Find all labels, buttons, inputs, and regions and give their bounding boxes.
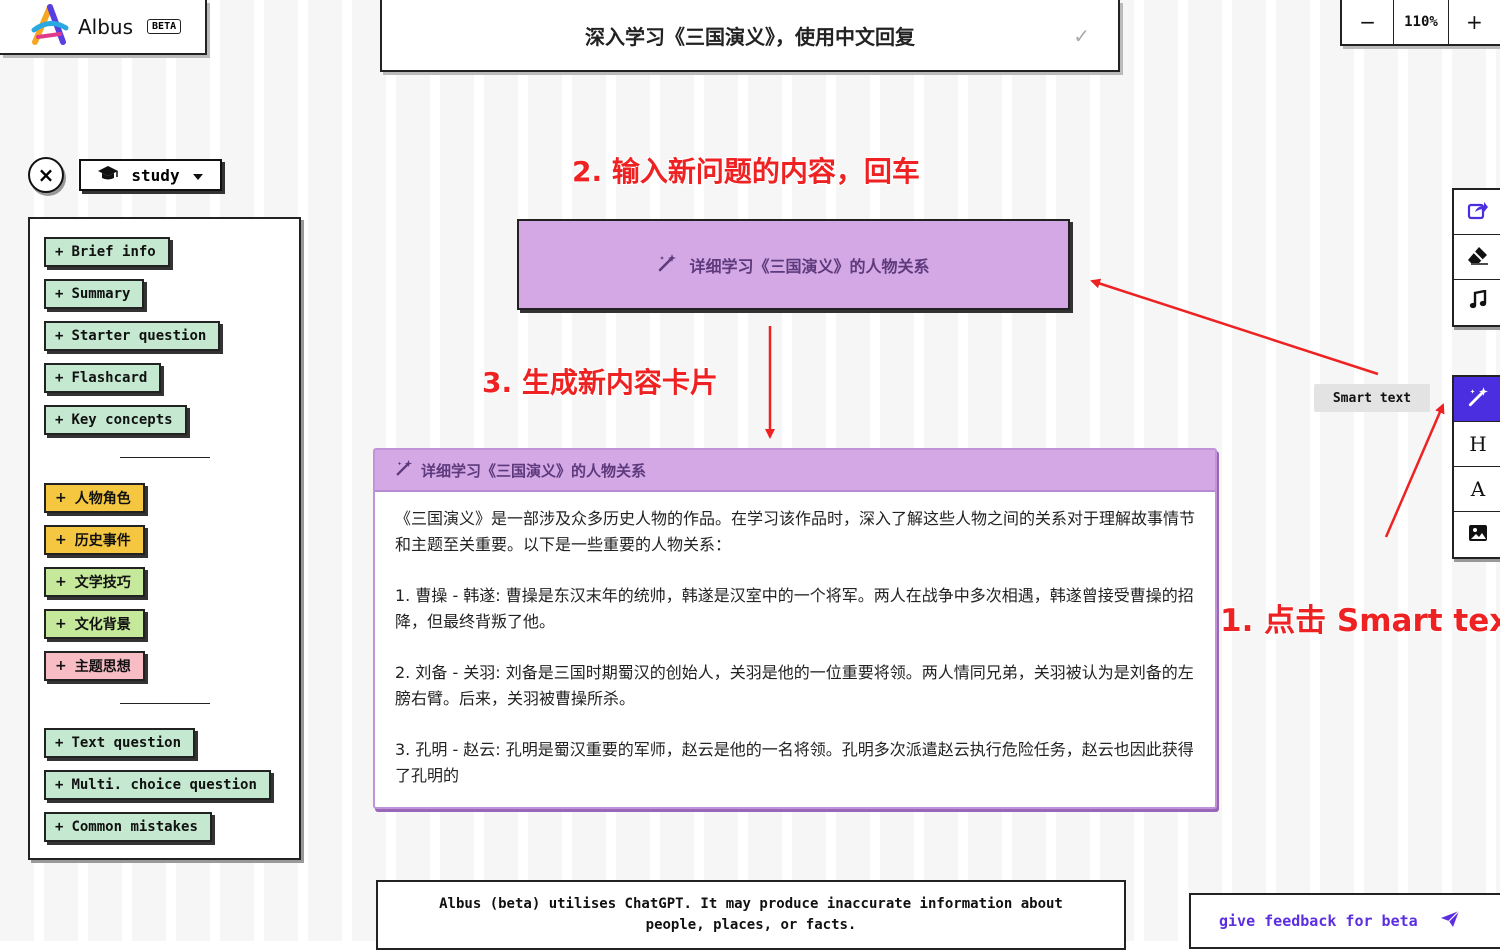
music-button[interactable] — [1454, 280, 1500, 325]
smart-text-tooltip: Smart text — [1314, 384, 1430, 412]
add-characters-button[interactable]: + 人物角色 — [44, 483, 145, 513]
heading-icon: H — [1469, 432, 1487, 456]
heading-button[interactable]: H — [1454, 422, 1500, 467]
add-common-mistakes-button[interactable]: + Common mistakes — [44, 812, 212, 842]
magic-wand-icon — [1467, 386, 1489, 413]
annotation-step-2: 2. 输入新问题的内容，回车 — [572, 155, 920, 188]
divider — [120, 703, 210, 704]
albus-logo-icon — [30, 3, 70, 50]
generated-content-card[interactable]: 详细学习《三国演义》的人物关系 《三国演义》是一部涉及众多历史人物的作品。在学习… — [373, 448, 1217, 809]
card-title: 详细学习《三国演义》的人物关系 — [421, 461, 647, 480]
share-tools — [1452, 188, 1500, 327]
add-summary-button[interactable]: + Summary — [44, 279, 145, 309]
disclaimer-line: people, places, or facts. — [645, 917, 857, 933]
music-note-icon — [1468, 289, 1488, 315]
smart-text-input-card[interactable]: 详细学习《三国演义》的人物关系 — [517, 219, 1070, 310]
add-starter-question-button[interactable]: + Starter question — [44, 321, 221, 351]
app-name: Albus — [78, 14, 134, 39]
image-icon — [1468, 523, 1488, 547]
add-text-question-button[interactable]: + Text question — [44, 728, 196, 758]
card-paragraph: 2. 刘备 - 关羽: 刘备是三国时期蜀汉的创始人，关羽是他的一位重要将领。两人… — [395, 663, 1194, 708]
add-key-concepts-button[interactable]: + Key concepts — [44, 405, 187, 435]
add-flashcard-button[interactable]: + Flashcard — [44, 363, 162, 393]
card-body: 《三国演义》是一部涉及众多历史人物的作品。在学习该作品时，深入了解这些人物之间的… — [375, 492, 1215, 789]
topic-prompt-text: 深入学习《三国演义》，使用中文回复 — [585, 24, 915, 49]
card-header: 详细学习《三国演义》的人物关系 — [375, 450, 1215, 492]
text-button[interactable]: A — [1454, 467, 1500, 512]
magic-wand-icon — [395, 459, 413, 481]
add-literary-techniques-button[interactable]: + 文学技巧 — [44, 567, 145, 597]
divider — [120, 457, 210, 458]
graduation-cap-icon — [97, 165, 119, 185]
card-paragraph: 3. 孔明 - 赵云: 孔明是蜀汉重要的军师，赵云是他的一名将领。孔明多次派遣赵… — [395, 740, 1194, 785]
annotation-step-1: 1. 点击 Smart text — [1220, 603, 1500, 639]
smart-text-button[interactable] — [1454, 377, 1500, 422]
share-icon — [1467, 200, 1489, 225]
add-cultural-background-button[interactable]: + 文化背景 — [44, 609, 145, 639]
font-icon: A — [1470, 477, 1486, 501]
card-paragraph: 1. 曹操 - 韩遂: 曹操是东汉末年的统帅，韩遂是汉室中的一个将军。两人在战争… — [395, 586, 1194, 631]
annotation-step-3: 3. 生成新内容卡片 — [482, 366, 718, 399]
eraser-icon — [1467, 245, 1489, 270]
disclaimer: Albus (beta) utilises ChatGPT. It may pr… — [376, 880, 1126, 950]
zoom-level: 110% — [1393, 0, 1449, 44]
add-multi-choice-question-button[interactable]: + Multi. choice question — [44, 770, 271, 800]
add-themes-button[interactable]: + 主题思想 — [44, 651, 145, 681]
zoom-out-button[interactable]: − — [1342, 0, 1393, 44]
study-dropdown[interactable]: study — [79, 159, 222, 191]
card-paragraph: 《三国演义》是一部涉及众多历史人物的作品。在学习该作品时，深入了解这些人物之间的… — [395, 509, 1196, 554]
disclaimer-line: Albus (beta) utilises ChatGPT. It may pr… — [439, 896, 1063, 912]
app-logo: Albus BETA — [0, 0, 207, 55]
check-icon[interactable]: ✓ — [1073, 24, 1090, 48]
insert-tools: H A — [1452, 375, 1500, 559]
zoom-in-button[interactable]: + — [1449, 0, 1500, 44]
add-brief-info-button[interactable]: + Brief info — [44, 237, 170, 267]
beta-badge: BETA — [147, 19, 182, 34]
image-button[interactable] — [1454, 512, 1500, 557]
add-historical-events-button[interactable]: + 历史事件 — [44, 525, 145, 555]
study-label: study — [131, 165, 180, 185]
caret-down-icon — [192, 166, 204, 185]
close-icon: × — [37, 163, 55, 187]
share-button[interactable] — [1454, 190, 1500, 235]
topic-prompt[interactable]: 深入学习《三国演义》，使用中文回复 ✓ — [380, 0, 1120, 72]
close-button[interactable]: × — [28, 157, 64, 193]
card-type-panel: + Brief info + Summary + Starter question +… — [28, 217, 301, 860]
send-icon — [1440, 910, 1460, 932]
magic-wand-icon — [657, 253, 677, 277]
smart-text-input-text: 详细学习《三国演义》的人物关系 — [689, 256, 930, 276]
eraser-button[interactable] — [1454, 235, 1500, 280]
feedback-label: give feedback for beta — [1219, 912, 1418, 930]
zoom-control: − 110% + — [1340, 0, 1500, 46]
